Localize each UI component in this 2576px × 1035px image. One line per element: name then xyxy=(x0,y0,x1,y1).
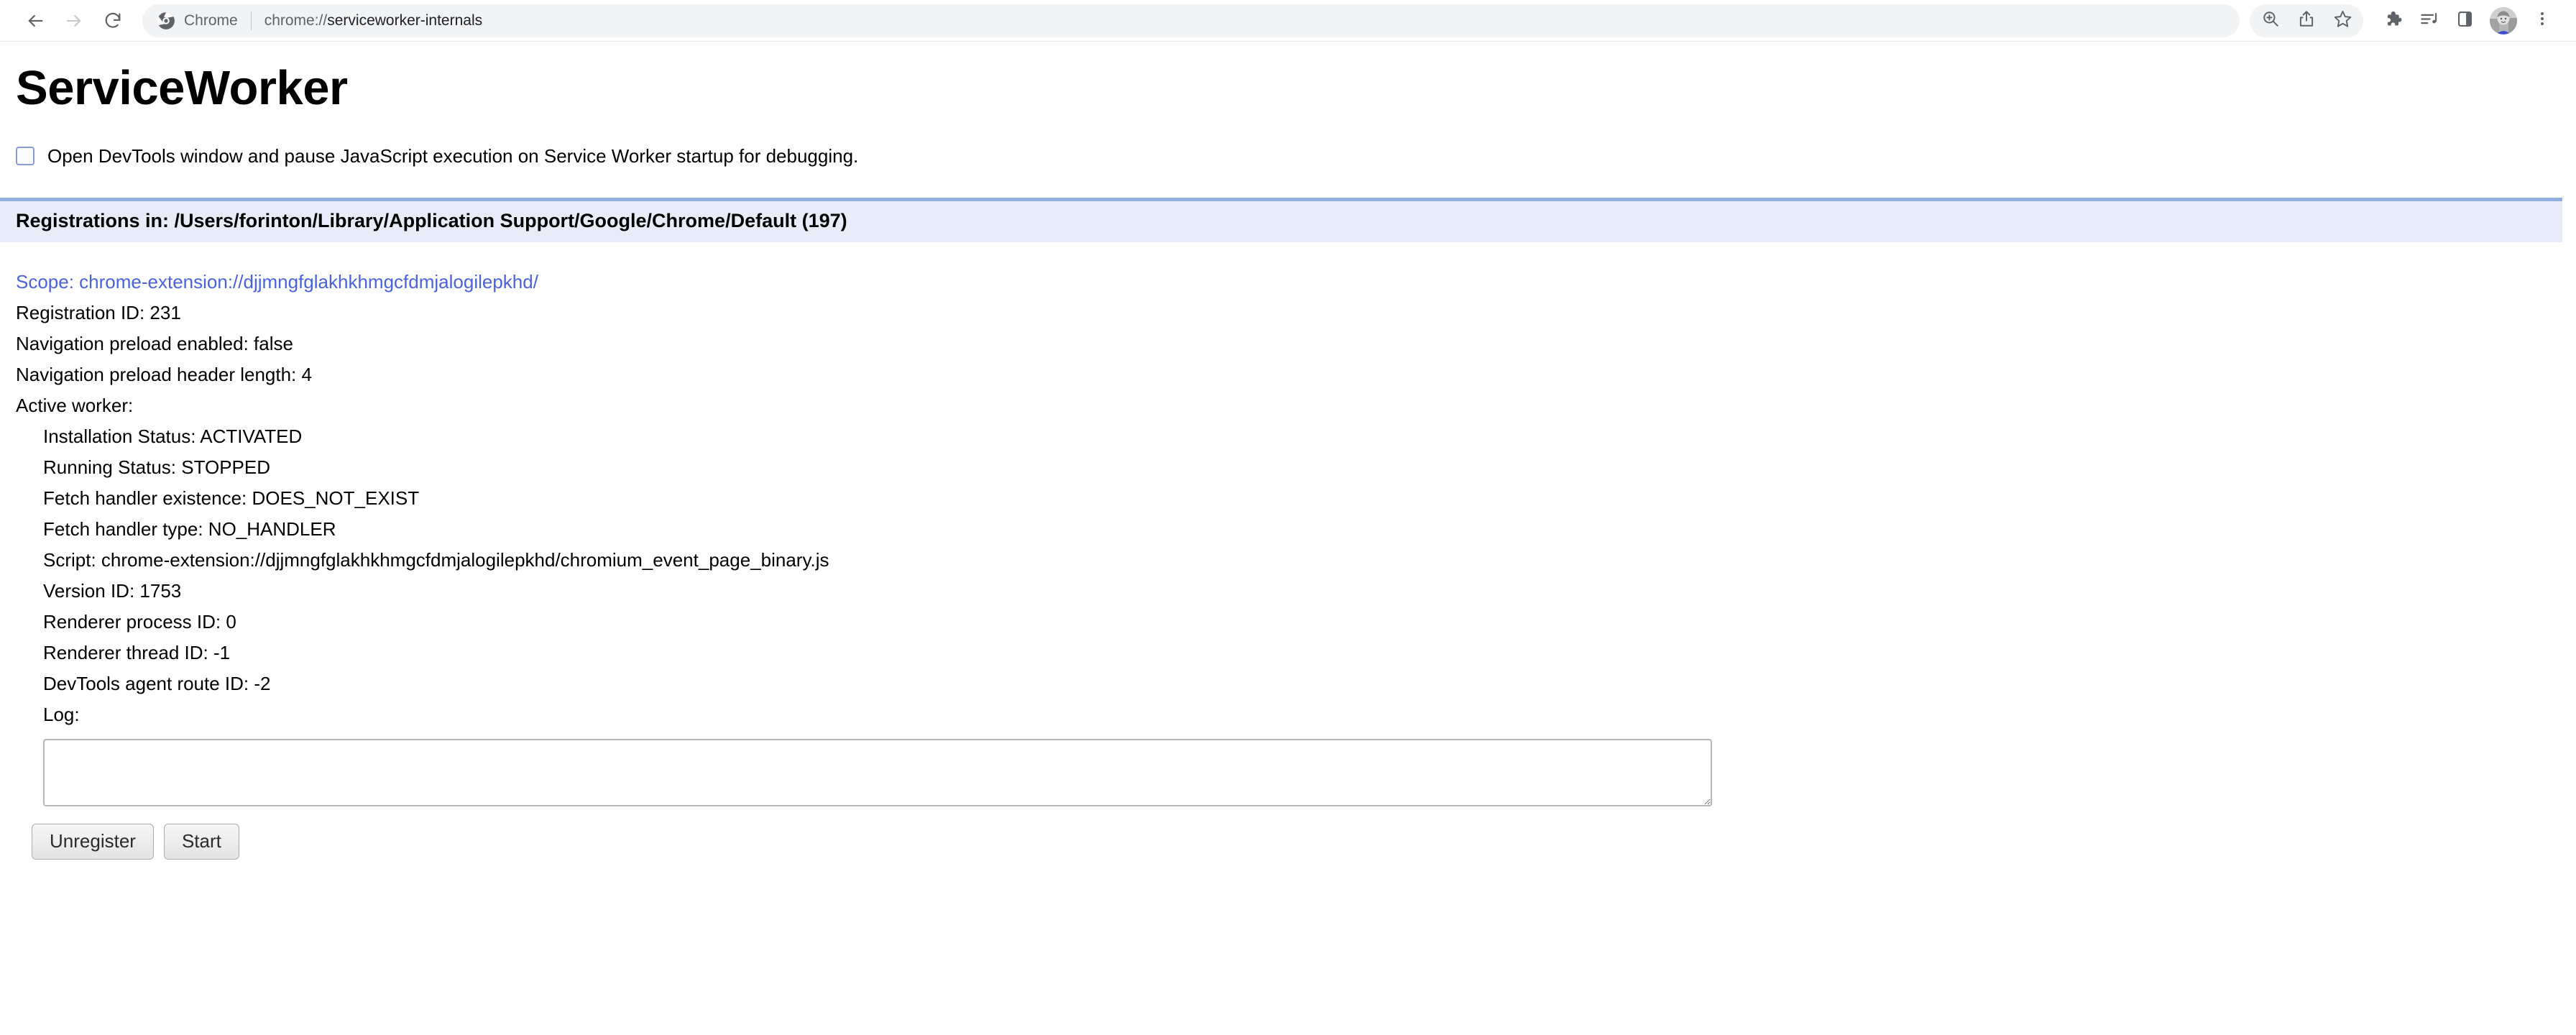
zoom-icon xyxy=(2261,9,2280,32)
renderer-process-id-line: Renderer process ID: 0 xyxy=(43,610,236,632)
side-panel-icon xyxy=(2455,9,2475,32)
version-id-line: Version ID: 1753 xyxy=(43,579,182,602)
open-devtools-checkbox[interactable] xyxy=(16,147,34,166)
scope-link[interactable]: Scope: chrome-extension://djjmngfglakhkh… xyxy=(16,267,2576,298)
page-title: ServiceWorker xyxy=(16,61,348,115)
serviceworker-internals-page: ServiceWorker Open DevTools window and p… xyxy=(0,62,2576,860)
devtools-option-row: Open DevTools window and pause JavaScrip… xyxy=(16,145,2576,167)
omnibox-url-main: serviceworker-internals xyxy=(327,12,483,29)
forward-button[interactable] xyxy=(55,1,93,40)
start-button[interactable]: Start xyxy=(163,823,239,860)
arrow-left-icon xyxy=(25,11,45,31)
unregister-button[interactable]: Unregister xyxy=(32,823,154,860)
omnibox-divider xyxy=(250,11,252,30)
reload-button[interactable] xyxy=(93,1,132,40)
reload-icon xyxy=(103,11,123,31)
bookmark-button[interactable] xyxy=(2324,3,2360,39)
address-bar[interactable]: Chrome chrome://serviceworker-internals xyxy=(142,4,2240,37)
registrations-header-text: Registrations in: /Users/forinton/Librar… xyxy=(16,209,847,231)
browser-toolbar: Chrome chrome://serviceworker-internals xyxy=(0,0,2576,42)
extensions-puzzle-icon xyxy=(2383,9,2403,32)
three-dot-menu-icon xyxy=(2534,10,2551,31)
media-button[interactable] xyxy=(2411,3,2447,39)
avatar[interactable] xyxy=(2490,6,2517,34)
arrow-right-icon xyxy=(64,11,84,31)
zoom-button[interactable] xyxy=(2253,3,2288,39)
log-textarea[interactable] xyxy=(43,738,1712,806)
registration-id-line: Registration ID: 231 xyxy=(16,301,181,323)
navigation-preload-header-length-line: Navigation preload header length: 4 xyxy=(16,363,312,385)
installation-status-line: Installation Status: ACTIVATED xyxy=(43,425,303,447)
media-playlist-icon xyxy=(2419,9,2439,32)
omnibox-url[interactable]: chrome://serviceworker-internals xyxy=(264,12,482,29)
bookmark-star-icon xyxy=(2333,9,2352,32)
navigation-preload-enabled-line: Navigation preload enabled: false xyxy=(16,332,293,354)
registrations-header: Registrations in: /Users/forinton/Librar… xyxy=(0,197,2562,242)
active-worker-label: Active worker: xyxy=(16,394,134,416)
running-status-line: Running Status: STOPPED xyxy=(43,456,271,478)
renderer-thread-id-line: Renderer thread ID: -1 xyxy=(43,641,231,663)
devtools-agent-route-id-line: DevTools agent route ID: -2 xyxy=(43,672,271,694)
open-devtools-label[interactable]: Open DevTools window and pause JavaScrip… xyxy=(47,145,858,167)
fetch-handler-existence-line: Fetch handler existence: DOES_NOT_EXIST xyxy=(43,487,420,509)
omnibox-url-prefix: chrome:// xyxy=(264,12,328,29)
registration-entry: Scope: chrome-extension://djjmngfglakhkh… xyxy=(16,267,2576,860)
chrome-logo-icon xyxy=(157,12,175,30)
share-icon xyxy=(2297,9,2316,32)
share-button[interactable] xyxy=(2288,3,2324,39)
extensions-button[interactable] xyxy=(2375,3,2411,39)
omnibox-trailing-icon-group xyxy=(2250,4,2363,37)
log-label: Log: xyxy=(43,703,80,725)
registration-action-buttons: Unregister Start xyxy=(32,823,2576,860)
three-dot-menu-button[interactable] xyxy=(2524,3,2560,39)
fetch-handler-type-line: Fetch handler type: NO_HANDLER xyxy=(43,518,336,540)
toolbar-actions xyxy=(2250,3,2560,39)
omnibox-brand-label: Chrome xyxy=(184,12,238,29)
script-line: Script: chrome-extension://djjmngfglakhk… xyxy=(43,548,829,571)
back-button[interactable] xyxy=(16,1,55,40)
side-panel-button[interactable] xyxy=(2447,3,2483,39)
